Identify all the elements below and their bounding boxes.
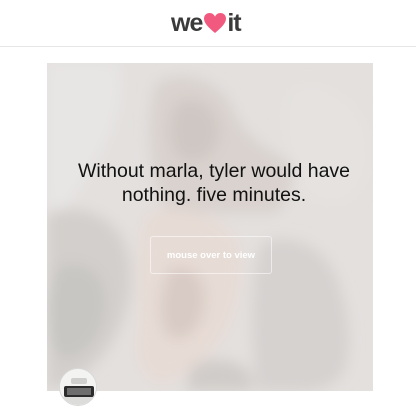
heart-icon — [204, 13, 227, 33]
logo-text-it: it — [227, 8, 241, 37]
logo-text-we: we — [171, 8, 203, 37]
mouse-over-to-view-button[interactable]: mouse over to view — [150, 236, 272, 274]
avatar-image — [60, 369, 96, 405]
blurred-image-card[interactable]: Without marla, tyler would have nothing.… — [47, 63, 373, 391]
weheartit-logo[interactable]: we it — [171, 8, 242, 37]
user-avatar[interactable] — [59, 368, 97, 406]
blurred-image — [47, 63, 373, 391]
quote-text: Without marla, tyler would have nothing.… — [77, 160, 351, 206]
site-header: we it — [0, 0, 416, 47]
